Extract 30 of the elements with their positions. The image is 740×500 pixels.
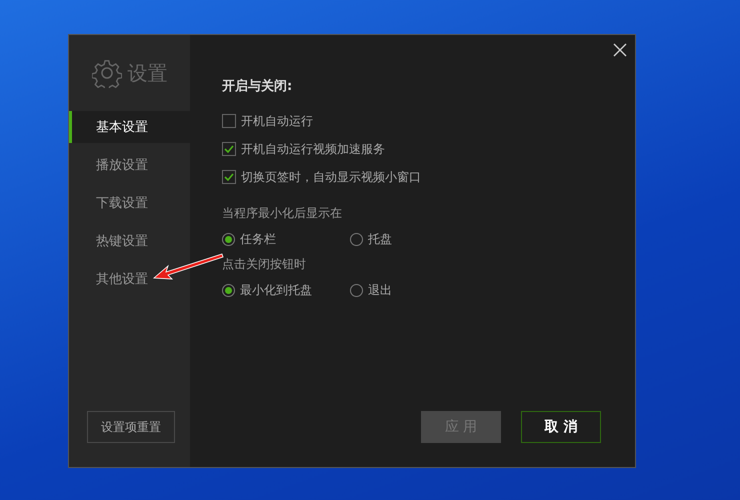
checkbox[interactable] <box>222 114 236 128</box>
checkmark-icon <box>224 144 234 154</box>
radio-label: 最小化到托盘 <box>240 282 312 298</box>
settings-icon <box>92 58 122 88</box>
sidebar-item[interactable]: 热键设置 <box>69 225 190 257</box>
reset-settings-button[interactable]: 设置项重置 <box>87 411 175 443</box>
radio-button[interactable] <box>350 284 363 296</box>
sidebar-item[interactable]: 下载设置 <box>69 187 190 219</box>
checkbox-label: 切换页签时，自动显示视频小窗口 <box>241 168 421 186</box>
radio-button[interactable] <box>350 232 363 246</box>
cancel-button[interactable]: 取 消 <box>521 411 601 443</box>
close-icon[interactable] <box>613 43 627 57</box>
section-title: 开启与关闭: <box>222 78 294 95</box>
sidebar-item[interactable]: 基本设置 <box>69 111 190 143</box>
checkbox-label: 开机自动运行视频加速服务 <box>241 140 385 158</box>
radio-label: 任务栏 <box>240 230 276 248</box>
settings-title: 设置 <box>128 60 168 86</box>
sidebar-item[interactable]: 其他设置 <box>69 263 190 295</box>
group-label: 当程序最小化后显示在 <box>222 205 343 222</box>
radio-button[interactable] <box>222 284 235 296</box>
group-label: 点击关闭按钮时 <box>222 256 307 273</box>
annotation-arrow <box>152 252 224 282</box>
radio-label: 退出 <box>368 282 392 298</box>
checkbox-label: 开机自动运行 <box>241 112 313 130</box>
sidebar-item[interactable]: 播放设置 <box>69 149 190 181</box>
checkbox[interactable] <box>222 142 236 156</box>
radio-label: 托盘 <box>368 230 392 248</box>
checkbox[interactable] <box>222 170 236 184</box>
radio-button[interactable] <box>222 232 235 246</box>
checkmark-icon <box>224 172 234 182</box>
